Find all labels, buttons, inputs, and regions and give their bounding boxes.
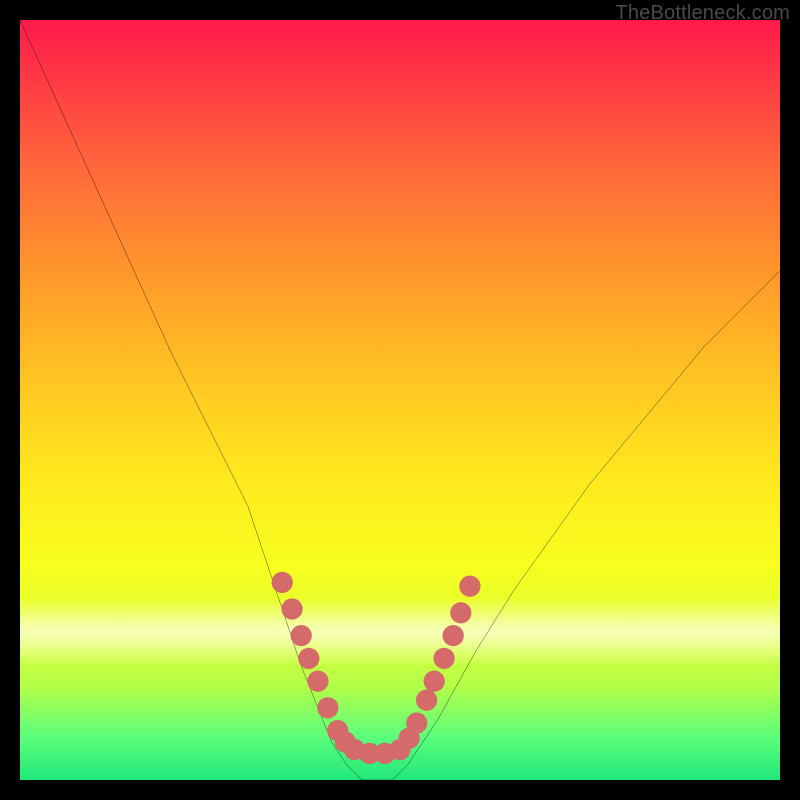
data-marker <box>433 648 454 669</box>
data-marker <box>317 697 338 718</box>
data-marker <box>298 648 319 669</box>
data-marker <box>459 576 480 597</box>
curve-layer <box>20 20 780 780</box>
data-marker <box>424 671 445 692</box>
data-markers <box>272 572 481 764</box>
bottleneck-curve <box>20 20 780 780</box>
watermark-text: TheBottleneck.com <box>615 2 790 25</box>
data-marker <box>443 625 464 646</box>
data-marker <box>406 712 427 733</box>
data-marker <box>281 598 302 619</box>
data-marker <box>450 602 471 623</box>
data-marker <box>307 671 328 692</box>
data-marker <box>416 690 437 711</box>
data-marker <box>291 625 312 646</box>
data-marker <box>272 572 293 593</box>
chart-frame: TheBottleneck.com <box>0 0 800 800</box>
plot-area <box>20 20 780 780</box>
